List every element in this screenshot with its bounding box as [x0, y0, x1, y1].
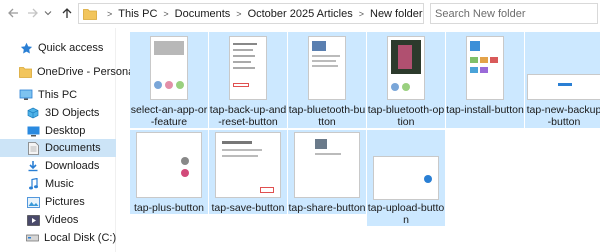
- breadcrumb-documents[interactable]: Documents: [175, 8, 231, 20]
- file-tile[interactable]: tap-plus-button: [130, 130, 208, 214]
- music-icon: [26, 177, 40, 191]
- sidebar-item-label: This PC: [38, 89, 78, 101]
- sidebar-item-label: Quick access: [38, 42, 104, 54]
- file-thumbnail: [308, 36, 346, 100]
- breadcrumb-separator-icon: >: [163, 8, 169, 19]
- file-thumbnail: [150, 36, 188, 100]
- file-name: select-an-app-or-feature: [130, 104, 208, 128]
- search-input[interactable]: [435, 7, 575, 20]
- sidebar-item-label: Desktop: [45, 125, 86, 137]
- file-name: tap-share-button: [288, 202, 366, 214]
- breadcrumb-separator-icon: >: [236, 8, 242, 19]
- breadcrumb-separator-icon: >: [107, 8, 113, 19]
- file-thumbnail: [466, 36, 504, 100]
- sidebar-item-pictures[interactable]: Pictures: [0, 193, 116, 211]
- download-icon: [26, 159, 40, 173]
- sidebar-item-label: 3D Objects: [45, 107, 100, 119]
- sidebar-item-label: OneDrive - Personal: [37, 66, 137, 78]
- up-button[interactable]: [58, 4, 76, 22]
- file-thumbnail: [294, 132, 360, 198]
- sidebar-item-label: Videos: [45, 214, 79, 226]
- sidebar-item-local-disk[interactable]: Local Disk (C:): [0, 229, 116, 247]
- file-tile[interactable]: tap-save-button: [209, 130, 287, 214]
- file-tile[interactable]: tap-install-button: [446, 32, 524, 128]
- sidebar-item-desktop[interactable]: Desktop: [0, 122, 116, 140]
- forward-arrow-icon: [28, 8, 38, 18]
- sidebar-item-this-pc[interactable]: This PC: [0, 86, 116, 104]
- file-tile[interactable]: tap-bluetooth-button: [288, 32, 366, 128]
- star-icon: [19, 41, 33, 55]
- pictures-icon: [26, 195, 40, 209]
- up-arrow-icon: [62, 8, 72, 18]
- file-list: select-an-app-or-feature tap-back-up-and…: [128, 28, 600, 252]
- file-name: tap-back-up-and-reset-button: [209, 104, 287, 128]
- sidebar-item-music[interactable]: Music: [0, 175, 116, 193]
- folder-icon: [19, 65, 32, 79]
- sidebar-item-onedrive[interactable]: OneDrive - Personal: [0, 63, 137, 81]
- sidebar-item-label: Music: [45, 178, 74, 190]
- file-tile[interactable]: tap-new-backup-button: [525, 32, 600, 128]
- sidebar-item-label: Documents: [45, 142, 101, 154]
- file-thumbnail: [215, 132, 281, 198]
- file-tile[interactable]: select-an-app-or-feature: [130, 32, 208, 128]
- sidebar-item-label: Pictures: [45, 196, 85, 208]
- file-name: tap-bluetooth-option: [367, 104, 445, 128]
- sidebar-item-label: Downloads: [45, 160, 100, 172]
- breadcrumb-this-pc[interactable]: This PC: [118, 8, 157, 20]
- sidebar-item-label: Local Disk (C:): [44, 232, 117, 244]
- file-tile[interactable]: tap-upload-button: [367, 130, 445, 226]
- file-thumbnail: [527, 74, 600, 100]
- recent-locations-button[interactable]: [42, 4, 54, 22]
- search-box[interactable]: [430, 3, 598, 24]
- document-icon: [26, 141, 40, 155]
- breadcrumb-new-folder[interactable]: New folder: [370, 8, 423, 20]
- file-name: tap-save-button: [211, 202, 285, 214]
- computer-icon: [19, 88, 33, 102]
- desktop-icon: [26, 124, 40, 138]
- file-name: tap-new-backup-button: [526, 104, 600, 128]
- folder-icon: [83, 8, 97, 20]
- recent-chevron-icon: [44, 11, 52, 16]
- cube-icon: [26, 106, 40, 120]
- back-button[interactable]: [4, 4, 22, 22]
- file-name: tap-install-button: [446, 104, 524, 116]
- file-tile[interactable]: tap-back-up-and-reset-button: [209, 32, 287, 128]
- sidebar-item-3d-objects[interactable]: 3D Objects: [0, 104, 116, 122]
- sidebar-item-quick-access[interactable]: Quick access: [0, 39, 116, 57]
- file-thumbnail: [229, 36, 267, 100]
- video-icon: [26, 213, 40, 227]
- disk-icon: [26, 231, 39, 245]
- sidebar-item-documents[interactable]: Documents: [0, 139, 116, 157]
- address-box[interactable]: > This PC > Documents > October 2025 Art…: [78, 3, 424, 24]
- breadcrumb-october-2025-articles[interactable]: October 2025 Articles: [248, 8, 353, 20]
- file-thumbnail: [387, 36, 425, 100]
- sidebar-item-downloads[interactable]: Downloads: [0, 157, 116, 175]
- breadcrumb-separator-icon: >: [358, 8, 364, 19]
- file-thumbnail: [136, 132, 202, 198]
- back-arrow-icon: [8, 8, 18, 18]
- file-name: tap-upload-button: [367, 202, 445, 226]
- forward-button[interactable]: [24, 4, 42, 22]
- address-bar-row: > This PC > Documents > October 2025 Art…: [0, 0, 600, 28]
- file-tile[interactable]: tap-share-button: [288, 130, 366, 214]
- file-name: tap-bluetooth-button: [288, 104, 366, 128]
- file-name: tap-plus-button: [133, 202, 205, 214]
- file-thumbnail: [373, 156, 439, 200]
- sidebar-item-videos[interactable]: Videos: [0, 211, 116, 229]
- file-tile[interactable]: tap-bluetooth-option: [367, 32, 445, 128]
- navigation-pane: Quick access OneDrive - Personal This PC…: [0, 28, 137, 252]
